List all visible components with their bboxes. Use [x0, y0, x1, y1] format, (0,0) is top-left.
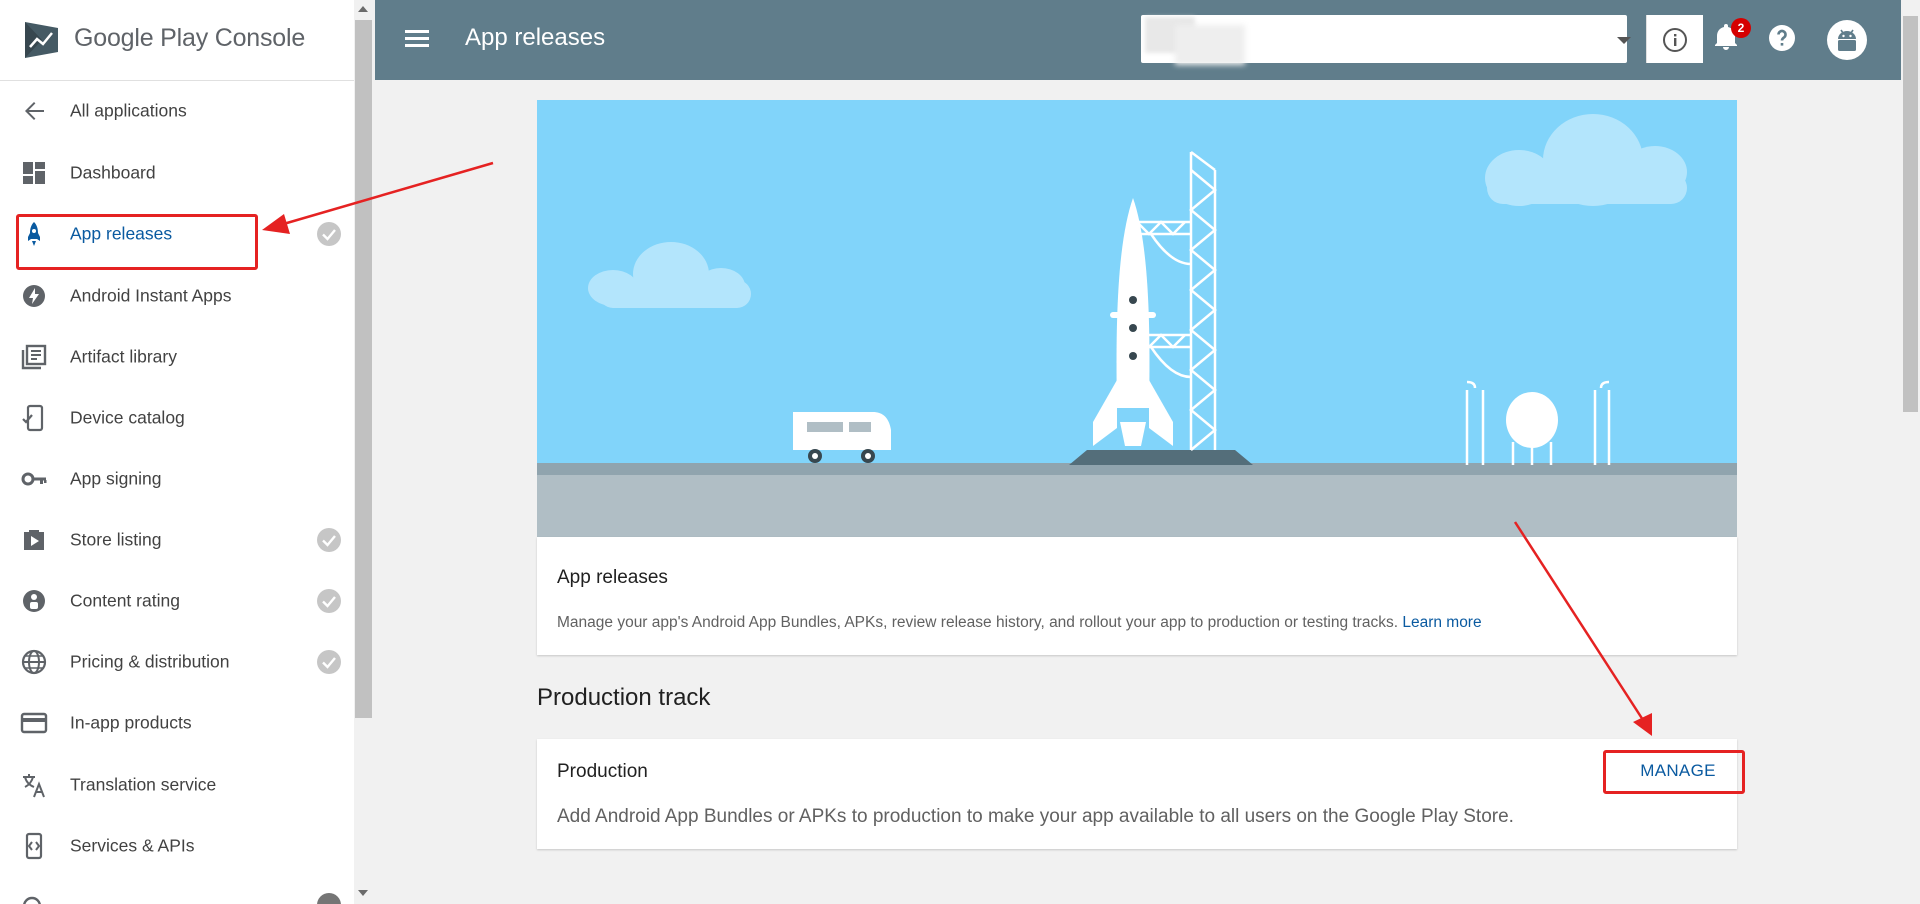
lightning-icon — [23, 285, 45, 307]
chevron-down-icon — [1617, 37, 1631, 44]
learn-more-link[interactable]: Learn more — [1402, 614, 1481, 631]
sidebar-item-in-app-products[interactable]: In-app products — [0, 695, 354, 751]
scroll-up-arrow-icon[interactable] — [358, 6, 368, 12]
check-circle-icon — [317, 589, 341, 613]
dashboard-icon — [23, 162, 45, 184]
production-track-card: Production Add Android App Bundles or AP… — [537, 739, 1737, 849]
sidebar-item-dashboard[interactable]: Dashboard — [0, 145, 354, 201]
app-selector-dropdown[interactable] — [1141, 15, 1631, 65]
sidebar-item-label: Artifact library — [70, 346, 177, 367]
translate-icon — [23, 774, 45, 798]
sidebar-item-label: All applications — [70, 100, 187, 121]
info-icon — [1663, 28, 1687, 52]
page-title: App releases — [465, 24, 606, 51]
annotation-highlight-box — [1603, 750, 1745, 794]
device-icon — [22, 404, 44, 432]
check-circle-icon — [317, 222, 341, 246]
top-app-bar: App releases 2 — [375, 0, 1901, 80]
logo-row: Google Play Console — [0, 0, 354, 81]
globe-icon — [21, 649, 47, 675]
sidebar-item-label: Android Instant Apps — [70, 285, 232, 306]
sidebar-item-store-listing[interactable]: Store listing — [0, 512, 354, 568]
sidebar-item-label: Device catalog — [70, 407, 185, 428]
sidebar-item-services-apis[interactable]: Services & APIs — [0, 818, 354, 874]
sidebar-item-label: Pricing & distribution — [70, 651, 230, 672]
section-title: Production track — [537, 684, 711, 711]
sidebar-item-app-signing[interactable]: App signing — [0, 451, 354, 507]
card-description: Manage your app's Android App Bundles, A… — [557, 614, 1482, 632]
library-icon — [21, 344, 47, 370]
check-circle-icon — [317, 528, 341, 552]
sidebar: Google Play Console All applications Das… — [0, 0, 354, 904]
main-scrollbar-thumb[interactable] — [1903, 16, 1918, 412]
menu-icon[interactable] — [405, 28, 431, 50]
sidebar-item-artifact-library[interactable]: Artifact library — [0, 329, 354, 385]
redacted-app-name — [1175, 25, 1245, 65]
code-icon — [25, 832, 43, 860]
card-description-text: Manage your app's Android App Bundles, A… — [557, 614, 1399, 631]
check-circle-icon — [317, 650, 341, 674]
track-description: Add Android App Bundles or APKs to produ… — [557, 806, 1514, 827]
logo-text: Google Play Console — [74, 24, 306, 52]
sidebar-item-content-rating[interactable]: Content rating — [0, 573, 354, 629]
app-releases-info-card: App releases Manage your app's Android A… — [537, 537, 1737, 655]
search-icon — [23, 896, 41, 904]
app-info-button[interactable] — [1646, 15, 1703, 63]
rocket-launch-illustration — [537, 100, 1737, 537]
sidebar-item-label: Store listing — [70, 529, 162, 550]
sidebar-scrollbar-thumb[interactable] — [355, 20, 372, 718]
sidebar-item-pricing-distribution[interactable]: Pricing & distribution — [0, 634, 354, 690]
sidebar-item-label: App signing — [70, 468, 162, 489]
sidebar-item-partial[interactable] — [0, 878, 354, 904]
sidebar-item-translation-service[interactable]: Translation service — [0, 757, 354, 813]
sidebar-item-all-applications[interactable]: All applications — [0, 83, 354, 139]
annotation-highlight-box — [16, 214, 258, 270]
key-icon — [21, 472, 47, 486]
sidebar-item-label: Translation service — [70, 774, 217, 795]
hero-illustration — [537, 100, 1737, 537]
rating-icon — [23, 590, 45, 612]
card-title: App releases — [557, 567, 668, 588]
help-icon[interactable] — [1766, 22, 1798, 54]
track-title: Production — [557, 761, 648, 782]
sidebar-item-label: In-app products — [70, 712, 192, 733]
check-circle-icon — [317, 893, 341, 904]
sidebar-item-device-catalog[interactable]: Device catalog — [0, 390, 354, 446]
sidebar-item-android-instant-apps[interactable]: Android Instant Apps — [0, 268, 354, 324]
credit-card-icon — [20, 712, 48, 734]
android-avatar-icon[interactable] — [1827, 20, 1867, 60]
sidebar-item-label: Services & APIs — [70, 835, 195, 856]
sidebar-item-label: Dashboard — [70, 162, 156, 183]
sidebar-item-label: Content rating — [70, 590, 180, 611]
scroll-down-arrow-icon[interactable] — [358, 890, 368, 896]
store-icon — [24, 530, 44, 550]
arrow-back-icon — [25, 102, 44, 120]
play-console-logo-icon — [25, 22, 58, 58]
notification-badge: 2 — [1731, 18, 1751, 38]
